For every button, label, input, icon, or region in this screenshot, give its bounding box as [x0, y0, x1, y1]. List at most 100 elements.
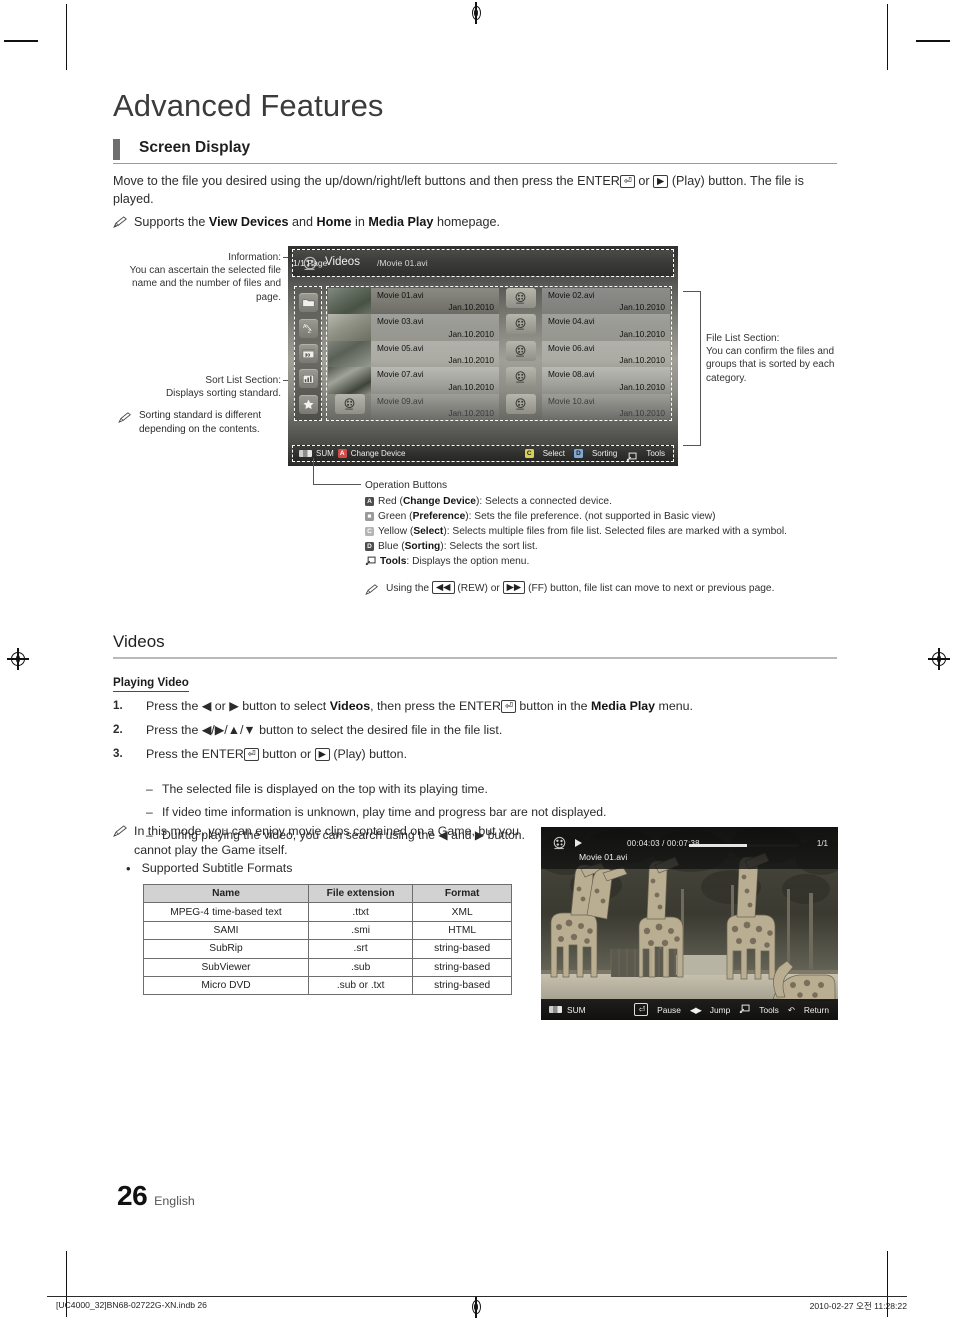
sum-label: SUM [316, 449, 334, 458]
list-item[interactable]: Movie 02.avi Jan.10.2010 [499, 288, 670, 315]
list-item[interactable]: Movie 04.avi Jan.10.2010 [499, 314, 670, 341]
file-list-row: Movie 07.avi Jan.10.2010 Movie 08.avi Ja… [328, 367, 670, 394]
file-meta: Movie 06.avi Jan.10.2010 [542, 340, 670, 368]
alphabetical-az-icon[interactable]: AZ [298, 318, 318, 338]
leader-line-ops-v [313, 458, 314, 484]
file-thumbnail-reel [328, 393, 371, 420]
registration-mark-right [928, 648, 950, 670]
film-reel-icon [551, 835, 568, 852]
step1-p2: or [211, 699, 230, 713]
sum-label: SUM [567, 1004, 586, 1015]
callout-sort-list-body: Displays sorting standard. [165, 388, 281, 400]
file-name: Movie 08.avi [548, 369, 595, 380]
folder-icon[interactable] [298, 293, 318, 313]
green-b-key-icon: ■ [365, 512, 374, 522]
enter-key-icon[interactable]: ⏎ [634, 1003, 649, 1016]
film-reel-icon [505, 393, 536, 414]
film-reel-icon [505, 367, 536, 388]
step3-p1: Press the [146, 747, 202, 762]
registration-mark-left [7, 648, 29, 670]
red-a-key-icon[interactable]: A [337, 449, 347, 458]
file-date: Jan.10.2010 [448, 302, 494, 313]
file-name: Movie 07.avi [377, 369, 424, 380]
print-footer-right: 2010-02-27 오전 11:28:22 [809, 1301, 907, 1311]
progress-bar[interactable] [689, 844, 799, 847]
cell-name: SubRip [143, 939, 309, 959]
note-mid1: and [288, 215, 317, 229]
sort-list-section[interactable]: AZ 30 [294, 286, 322, 421]
sorting-label[interactable]: Sorting [592, 449, 617, 458]
step-1-number: 1. [113, 699, 123, 712]
color-red: Red [378, 496, 397, 508]
operation-buttons-title: Operation Buttons [365, 480, 448, 491]
operation-button-green: ■ Green (Preference): Sets the file pref… [365, 509, 835, 524]
dash: – [146, 782, 153, 796]
color-yellow: Yellow [378, 526, 408, 538]
file-meta: Movie 10.avi Jan.10.2010 [542, 393, 670, 420]
file-list-section[interactable]: Movie 01.avi Jan.10.2010 Movie 02.avi Ja… [326, 286, 672, 421]
left-right-arrows-icon[interactable]: ◀▶ [690, 1005, 702, 1015]
step1-p4: , then press the [370, 699, 459, 713]
file-date: Jan.10.2010 [448, 407, 494, 418]
file-thumbnail-reel [499, 340, 542, 367]
change-device-label[interactable]: Change Device [351, 449, 406, 458]
list-item[interactable]: Movie 05.avi Jan.10.2010 [328, 340, 499, 368]
rewind-key-icon: ◀◀ [431, 580, 455, 594]
enter-key-icon: ⏎ [243, 748, 259, 762]
yellow-c-key-icon: C [365, 527, 374, 537]
cell-ext: .sub [307, 957, 414, 977]
leader-line-file-list-v [700, 291, 701, 445]
pause-label[interactable]: Pause [657, 1005, 681, 1015]
list-item[interactable]: Movie 06.avi Jan.10.2010 [499, 340, 670, 368]
list-item[interactable]: Movie 07.avi Jan.10.2010 [328, 367, 499, 394]
sorting-standard-note: Sorting standard is different depending … [118, 409, 293, 436]
star-favorite-icon[interactable] [298, 394, 318, 414]
subtitle-formats-table: Name File extension Format MPEG-4 time-b… [143, 883, 512, 996]
list-item[interactable]: Movie 03.avi Jan.10.2010 [328, 314, 499, 341]
tools-label[interactable]: Tools [759, 1005, 779, 1015]
subtitle-formats-bullet: • Supported Subtitle Formats [126, 861, 546, 877]
operation-button-tools: Tools: Displays the option menu. [365, 554, 835, 571]
step-3-text: Press the ENTER ⏎ button or ▶ (Play) butt… [146, 745, 407, 764]
pencil-note-icon-3 [365, 583, 380, 596]
step3-p2: button or [258, 747, 315, 762]
player-top-overlay: 00:04:03 / 00:07:38 1/1 Movie 01.avi [541, 827, 838, 869]
jump-label[interactable]: Jump [710, 1005, 730, 1015]
list-item[interactable]: Movie 09.avi Jan.10.2010 [328, 393, 499, 420]
callout-information: Information: You can ascertain the selec… [113, 251, 281, 304]
print-footer-rule [47, 1296, 907, 1297]
blue-d-key-icon[interactable]: D [573, 449, 583, 458]
callout-file-list-title: File List Section: [706, 333, 780, 344]
sub-item-text: If video time information is unknown, pl… [162, 804, 607, 819]
calendar-30-icon[interactable]: 30 [298, 343, 318, 363]
label-sorting: Sorting [404, 541, 441, 553]
operation-button-yellow: C Yellow (Select): Selects multiple file… [365, 524, 835, 539]
tools-icon [365, 556, 376, 571]
leader-line-file-list [683, 291, 701, 292]
file-name: Movie 10.avi [548, 395, 595, 406]
list-item[interactable]: Movie 01.avi Jan.10.2010 [328, 288, 499, 315]
play-key-icon: ▶ [653, 175, 669, 188]
return-label[interactable]: Return [804, 1005, 829, 1015]
tools-label[interactable]: Tools [646, 449, 665, 458]
list-item[interactable]: Movie 08.avi Jan.10.2010 [499, 367, 670, 394]
file-thumbnail-reel [499, 393, 542, 420]
cell-ext: .smi [307, 920, 414, 941]
step1-p3: button to select [238, 699, 330, 713]
tools-icon[interactable] [739, 1001, 750, 1019]
label-select: Select [413, 526, 444, 538]
return-arrow-icon[interactable]: ↶ [788, 1005, 795, 1015]
table-row: Micro DVD .sub or .txt string-based [143, 975, 512, 996]
step1-enter-word: ENTER [458, 699, 501, 713]
step3-p3: (Play) button. [329, 747, 408, 762]
film-reel-icon [505, 340, 536, 361]
list-item[interactable]: Movie 10.avi Jan.10.2010 [499, 393, 670, 420]
select-label[interactable]: Select [543, 449, 565, 458]
chart-icon[interactable] [298, 369, 318, 389]
bullet-dot: • [126, 861, 131, 876]
yellow-c-key-icon[interactable]: C [524, 449, 534, 458]
label-change-device: Change Device [402, 496, 476, 508]
tools-icon[interactable] [626, 449, 637, 461]
step1-p6: menu. [655, 699, 693, 713]
callout-sort-list: Sort List Section: Displays sorting stan… [113, 374, 281, 400]
